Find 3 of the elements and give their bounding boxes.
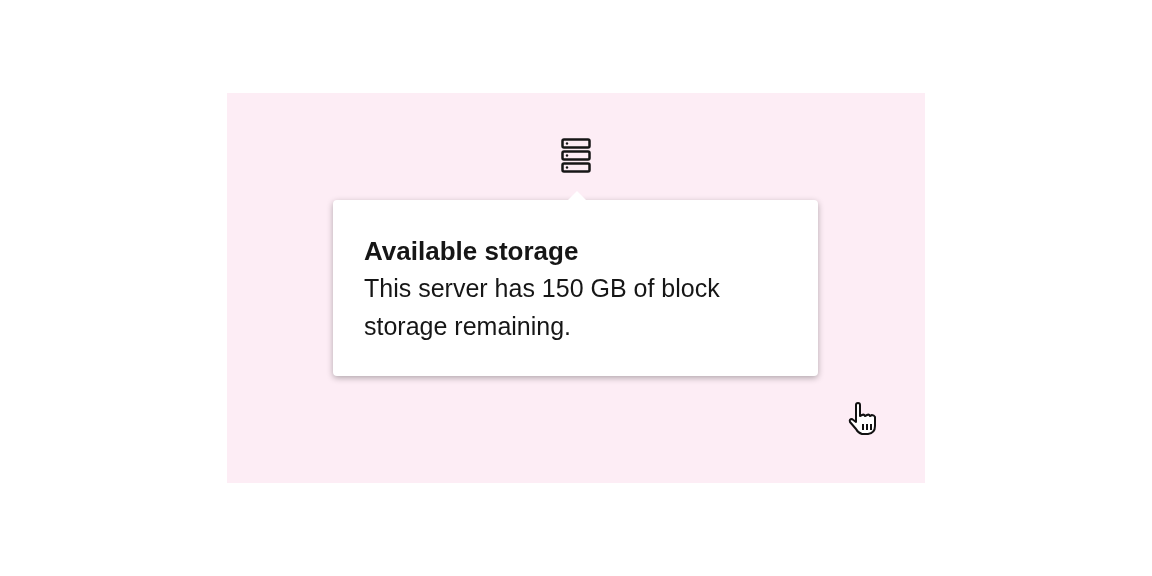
tooltip-text: This server has 150 GB of block storage remaining.: [364, 273, 721, 342]
server-icon[interactable]: [561, 138, 591, 173]
tooltip-title: Available storage: [364, 235, 580, 268]
